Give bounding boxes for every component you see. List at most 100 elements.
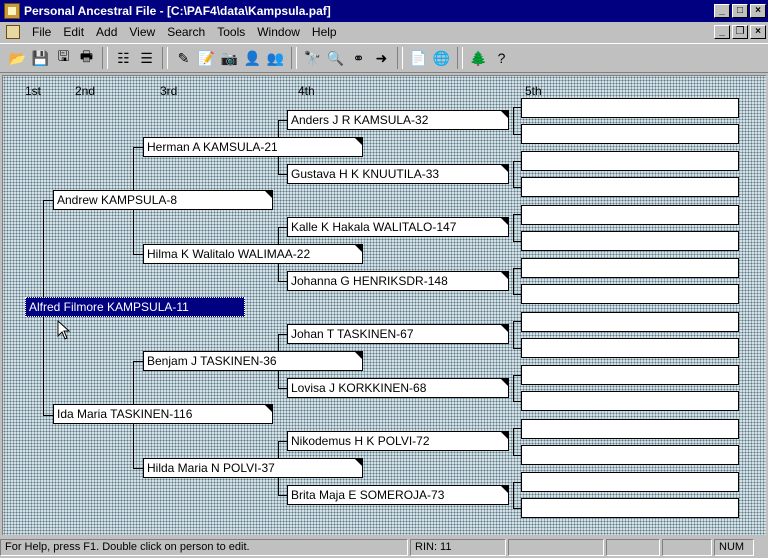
generation-label-3rd: 3rd (160, 84, 178, 98)
help-icon[interactable]: ? (490, 47, 513, 69)
empty-person-slot[interactable] (521, 472, 739, 492)
person-gen4[interactable]: Johan T TASKINEN-67 (287, 324, 509, 344)
person-gen2-father[interactable]: Andrew KAMPSULA-8 (53, 190, 273, 210)
person-name: Nikodemus H K POLVI-72 (291, 434, 430, 448)
empty-person-slot[interactable] (521, 365, 739, 385)
doc-minimize-button[interactable]: _ (714, 25, 730, 39)
internet-icon[interactable]: 🌐 (430, 47, 453, 69)
person-name: Hilda Maria N POLVI-37 (147, 461, 275, 475)
minimize-button[interactable]: _ (714, 4, 730, 18)
maximize-button[interactable]: □ (732, 4, 748, 18)
more-indicator-icon (355, 352, 362, 359)
person-gen3[interactable]: Hilma K Walitalo WALIMAA-22 (143, 244, 363, 264)
connector-line (513, 214, 514, 241)
tree-icon[interactable]: 🌲 (467, 47, 490, 69)
person-gen2-mother[interactable]: Ida Maria TASKINEN-116 (53, 404, 273, 424)
add-family-icon[interactable]: 👥 (264, 47, 287, 69)
menu-add[interactable]: Add (90, 25, 123, 39)
person-gen4[interactable]: Kalle K Hakala WALITALO-147 (287, 217, 509, 237)
pedigree-view[interactable]: 1st 2nd 3rd 4th 5th Alfred Filmore KAMPS… (2, 75, 766, 535)
empty-person-slot[interactable] (521, 205, 739, 225)
app-icon[interactable] (4, 3, 20, 19)
person-name: Brita Maja E SOMEROJA-73 (291, 488, 445, 502)
empty-person-slot[interactable] (521, 124, 739, 144)
status-panel (606, 539, 660, 556)
empty-person-slot[interactable] (521, 391, 739, 411)
status-num: NUM (714, 539, 754, 556)
empty-person-slot[interactable] (521, 312, 739, 332)
person-gen3[interactable]: Benjam J TASKINEN-36 (143, 351, 363, 371)
title-bar[interactable]: Personal Ancestral File - [C:\PAF4\data\… (0, 0, 768, 22)
multimedia-icon[interactable]: 📷 (218, 47, 241, 69)
connector-line (513, 214, 521, 215)
more-indicator-icon (501, 325, 508, 332)
person-gen3[interactable]: Herman A KAMSULA-21 (143, 137, 363, 157)
empty-person-slot[interactable] (521, 258, 739, 278)
save-as-icon[interactable]: 🖫 (52, 47, 75, 69)
relationship-icon[interactable]: ⚭ (347, 47, 370, 69)
person-gen3[interactable]: Hilda Maria N POLVI-37 (143, 458, 363, 478)
status-bar: For Help, press F1. Double click on pers… (0, 537, 768, 558)
empty-person-slot[interactable] (521, 284, 739, 304)
empty-person-slot[interactable] (521, 445, 739, 465)
close-button[interactable]: × (750, 4, 766, 18)
connector-line (513, 268, 514, 294)
pedigree-view-icon[interactable]: ☰ (135, 47, 158, 69)
empty-person-slot[interactable] (521, 151, 739, 171)
person-gen4[interactable]: Gustava H K KNUUTILA-33 (287, 164, 509, 184)
edit-individual-icon[interactable]: ✎ (172, 47, 195, 69)
empty-person-slot[interactable] (521, 231, 739, 251)
empty-person-slot[interactable] (521, 98, 739, 118)
add-person-icon[interactable]: 👤 (241, 47, 264, 69)
window-title: Personal Ancestral File - [C:\PAF4\data\… (24, 4, 331, 18)
menu-tools[interactable]: Tools (211, 25, 251, 39)
toolbar-separator (102, 47, 108, 69)
menu-help[interactable]: Help (306, 25, 343, 39)
empty-person-slot[interactable] (521, 177, 739, 197)
notes-icon[interactable]: 📝 (195, 47, 218, 69)
print-icon[interactable]: 🖶 (75, 47, 98, 69)
empty-person-slot[interactable] (521, 419, 739, 439)
connector-line (513, 348, 521, 349)
person-name: Hilma K Walitalo WALIMAA-22 (147, 247, 311, 261)
menu-window[interactable]: Window (251, 25, 306, 39)
document-icon[interactable] (6, 25, 20, 39)
connector-line (513, 134, 521, 135)
navigate-icon[interactable]: ➜ (370, 47, 393, 69)
menu-file[interactable]: File (26, 25, 57, 39)
toolbar: 📂 💾 🖫 🖶 ☷ ☰ ✎ 📝 📷 👤 👥 🔭 🔍 ⚭ ➜ 📄 🌐 🌲 ? (0, 43, 768, 73)
menu-search[interactable]: Search (161, 25, 211, 39)
status-rin: RIN: 11 (410, 539, 506, 556)
person-gen4[interactable]: Anders J R KAMSULA-32 (287, 110, 509, 130)
search-icon[interactable]: 🔭 (301, 47, 324, 69)
person-name: Benjam J TASKINEN-36 (147, 354, 277, 368)
connector-line (513, 482, 521, 483)
generation-label-1st: 1st (25, 84, 42, 98)
toolbar-separator (397, 47, 403, 69)
family-view-icon[interactable]: ☷ (112, 47, 135, 69)
more-indicator-icon (265, 191, 272, 198)
save-icon[interactable]: 💾 (29, 47, 52, 69)
connector-line (513, 321, 521, 322)
more-indicator-icon (355, 138, 362, 145)
connector-line (513, 321, 514, 348)
connector-line (513, 428, 514, 455)
connector-line (513, 161, 521, 162)
person-gen4[interactable]: Johanna G HENRIKSDR-148 (287, 271, 509, 291)
person-gen4[interactable]: Lovisa J KORKKINEN-68 (287, 378, 509, 398)
person-gen1-primary[interactable]: Alfred Filmore KAMPSULA-11 (25, 297, 245, 317)
search-individual-icon[interactable]: 🔍 (324, 47, 347, 69)
menu-view[interactable]: View (123, 25, 161, 39)
connector-line (513, 294, 521, 295)
empty-person-slot[interactable] (521, 498, 739, 518)
reports-icon[interactable]: 📄 (407, 47, 430, 69)
menu-edit[interactable]: Edit (57, 25, 90, 39)
person-gen4[interactable]: Nikodemus H K POLVI-72 (287, 431, 509, 451)
person-gen4[interactable]: Brita Maja E SOMEROJA-73 (287, 485, 509, 505)
doc-close-button[interactable]: × (750, 25, 766, 39)
status-panel (508, 539, 604, 556)
doc-restore-button[interactable]: ❐ (732, 25, 748, 39)
connector-line (513, 187, 521, 188)
empty-person-slot[interactable] (521, 338, 739, 358)
open-folder-icon[interactable]: 📂 (6, 47, 29, 69)
